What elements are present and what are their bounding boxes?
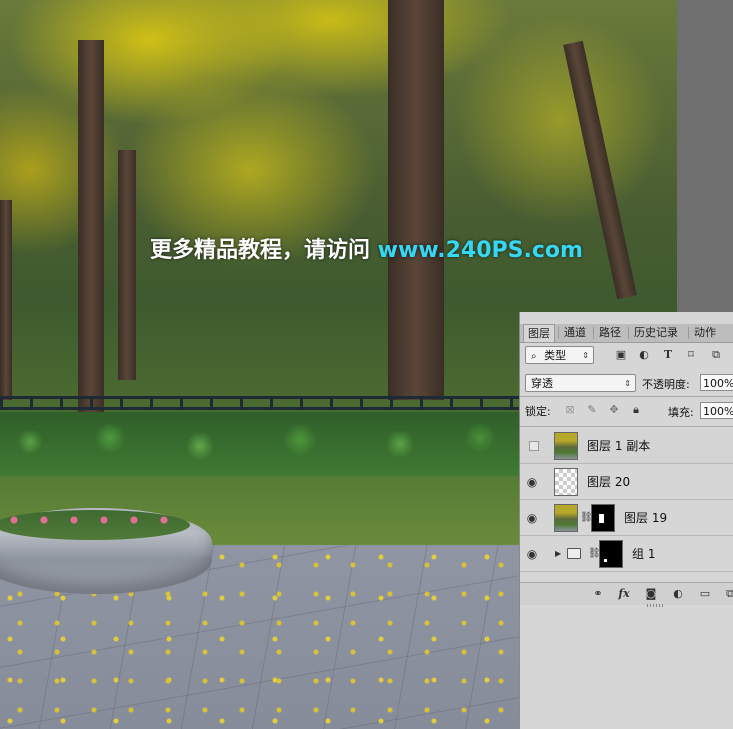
chain-link-icon[interactable]: ⛓︎ [580, 511, 593, 525]
new-group-icon[interactable]: ▭ [698, 587, 712, 601]
blend-mode-value: 穿透 [531, 377, 553, 390]
layer-filter-select[interactable]: ⌕ 类型 ⇕ [525, 346, 594, 364]
layers-bottom-toolbar: ⚭ fx ◙ ◐ ▭ ⧉ [520, 582, 733, 605]
tab-channels[interactable]: 通道 [560, 324, 590, 342]
smart-object-filter-icon[interactable]: ⧉ [709, 348, 723, 362]
layer-row[interactable]: 图层 1 副本 [520, 428, 733, 464]
layer-mask-thumbnail[interactable] [591, 504, 615, 532]
shape-filter-icon[interactable]: ⌑ [684, 348, 698, 362]
layer-name[interactable]: 组 1 [632, 547, 655, 561]
tab-actions[interactable]: 动作 [690, 324, 720, 342]
link-icon[interactable]: ⚭ [591, 587, 605, 601]
layer-row[interactable]: ◉ 图层 20 [520, 464, 733, 500]
tree-trunk [78, 40, 104, 420]
lock-label: 锁定: [525, 405, 551, 418]
new-layer-icon[interactable]: ⧉ [723, 587, 733, 601]
chain-link-icon[interactable]: ⛓︎ [588, 547, 601, 561]
fill-label: 填充: [668, 406, 694, 419]
adjustment-filter-icon[interactable]: ◐ [637, 348, 651, 362]
search-icon: ⌕ [531, 351, 537, 362]
panel-tabs: 图层 通道 路径 历史记录 动作 [520, 324, 733, 343]
workspace-background [677, 0, 733, 312]
layer-name[interactable]: 图层 19 [624, 511, 667, 525]
layers-panel: 图层 通道 路径 历史记录 动作 ⌕ 类型 ⇕ ▣ ◐ T ⌑ ⧉ 穿透 ⇕ 不… [519, 312, 733, 729]
watermark: 更多精品教程，请访问 www.240PS.com [150, 232, 583, 264]
adjustment-icon[interactable]: ◐ [671, 587, 685, 601]
fill-input[interactable]: 100% [700, 402, 733, 419]
park-fence [0, 396, 520, 410]
expand-triangle-icon[interactable]: ▶ [555, 548, 561, 560]
tree-trunk [0, 200, 12, 400]
opacity-input[interactable]: 100% [700, 374, 733, 391]
layer-thumbnail [554, 504, 578, 532]
tab-paths[interactable]: 路径 [595, 324, 625, 342]
lock-all-icon[interactable]: 🔒︎ [629, 403, 643, 417]
tab-history[interactable]: 历史记录 [630, 324, 682, 342]
layer-name[interactable]: 图层 20 [587, 475, 630, 489]
lock-transparent-icon[interactable]: ⊠ [563, 403, 577, 417]
opacity-label: 不透明度: [642, 378, 690, 391]
image-filter-icon[interactable]: ▣ [614, 348, 628, 362]
layer-row[interactable]: ◉ ▶ ⛓︎ 组 1 [520, 536, 733, 572]
visibility-toggle[interactable] [529, 441, 539, 451]
lock-paint-icon[interactable]: ✎ [585, 403, 599, 417]
tab-layers[interactable]: 图层 [523, 324, 555, 342]
filter-type-value: 类型 [544, 349, 567, 362]
chevron-updown-icon: ⇕ [624, 379, 631, 388]
tree-trunk [388, 0, 444, 400]
eye-icon[interactable]: ◉ [525, 475, 539, 489]
resize-grip[interactable] [647, 604, 665, 607]
layer-mask-thumbnail[interactable] [599, 540, 623, 568]
tree-trunk [118, 150, 136, 380]
type-filter-icon[interactable]: T [661, 348, 675, 362]
layer-name[interactable]: 图层 1 副本 [587, 439, 650, 453]
eye-icon[interactable]: ◉ [525, 547, 539, 561]
add-mask-icon[interactable]: ◙ [644, 587, 658, 601]
hedge [0, 412, 520, 476]
chevron-updown-icon: ⇕ [582, 351, 589, 360]
watermark-url: www.240PS.com [377, 238, 583, 263]
layer-thumbnail [554, 468, 578, 496]
watermark-text: 更多精品教程，请访问 [150, 238, 378, 263]
layer-thumbnail [554, 432, 578, 460]
blend-mode-select[interactable]: 穿透 ⇕ [525, 374, 636, 392]
layer-row[interactable]: ◉ ⛓︎ 图层 19 [520, 500, 733, 536]
lock-position-icon[interactable]: ✥ [607, 403, 621, 417]
flower-bed [0, 510, 190, 540]
eye-icon[interactable]: ◉ [525, 511, 539, 525]
fx-icon[interactable]: fx [617, 587, 631, 601]
folder-icon [567, 548, 581, 559]
